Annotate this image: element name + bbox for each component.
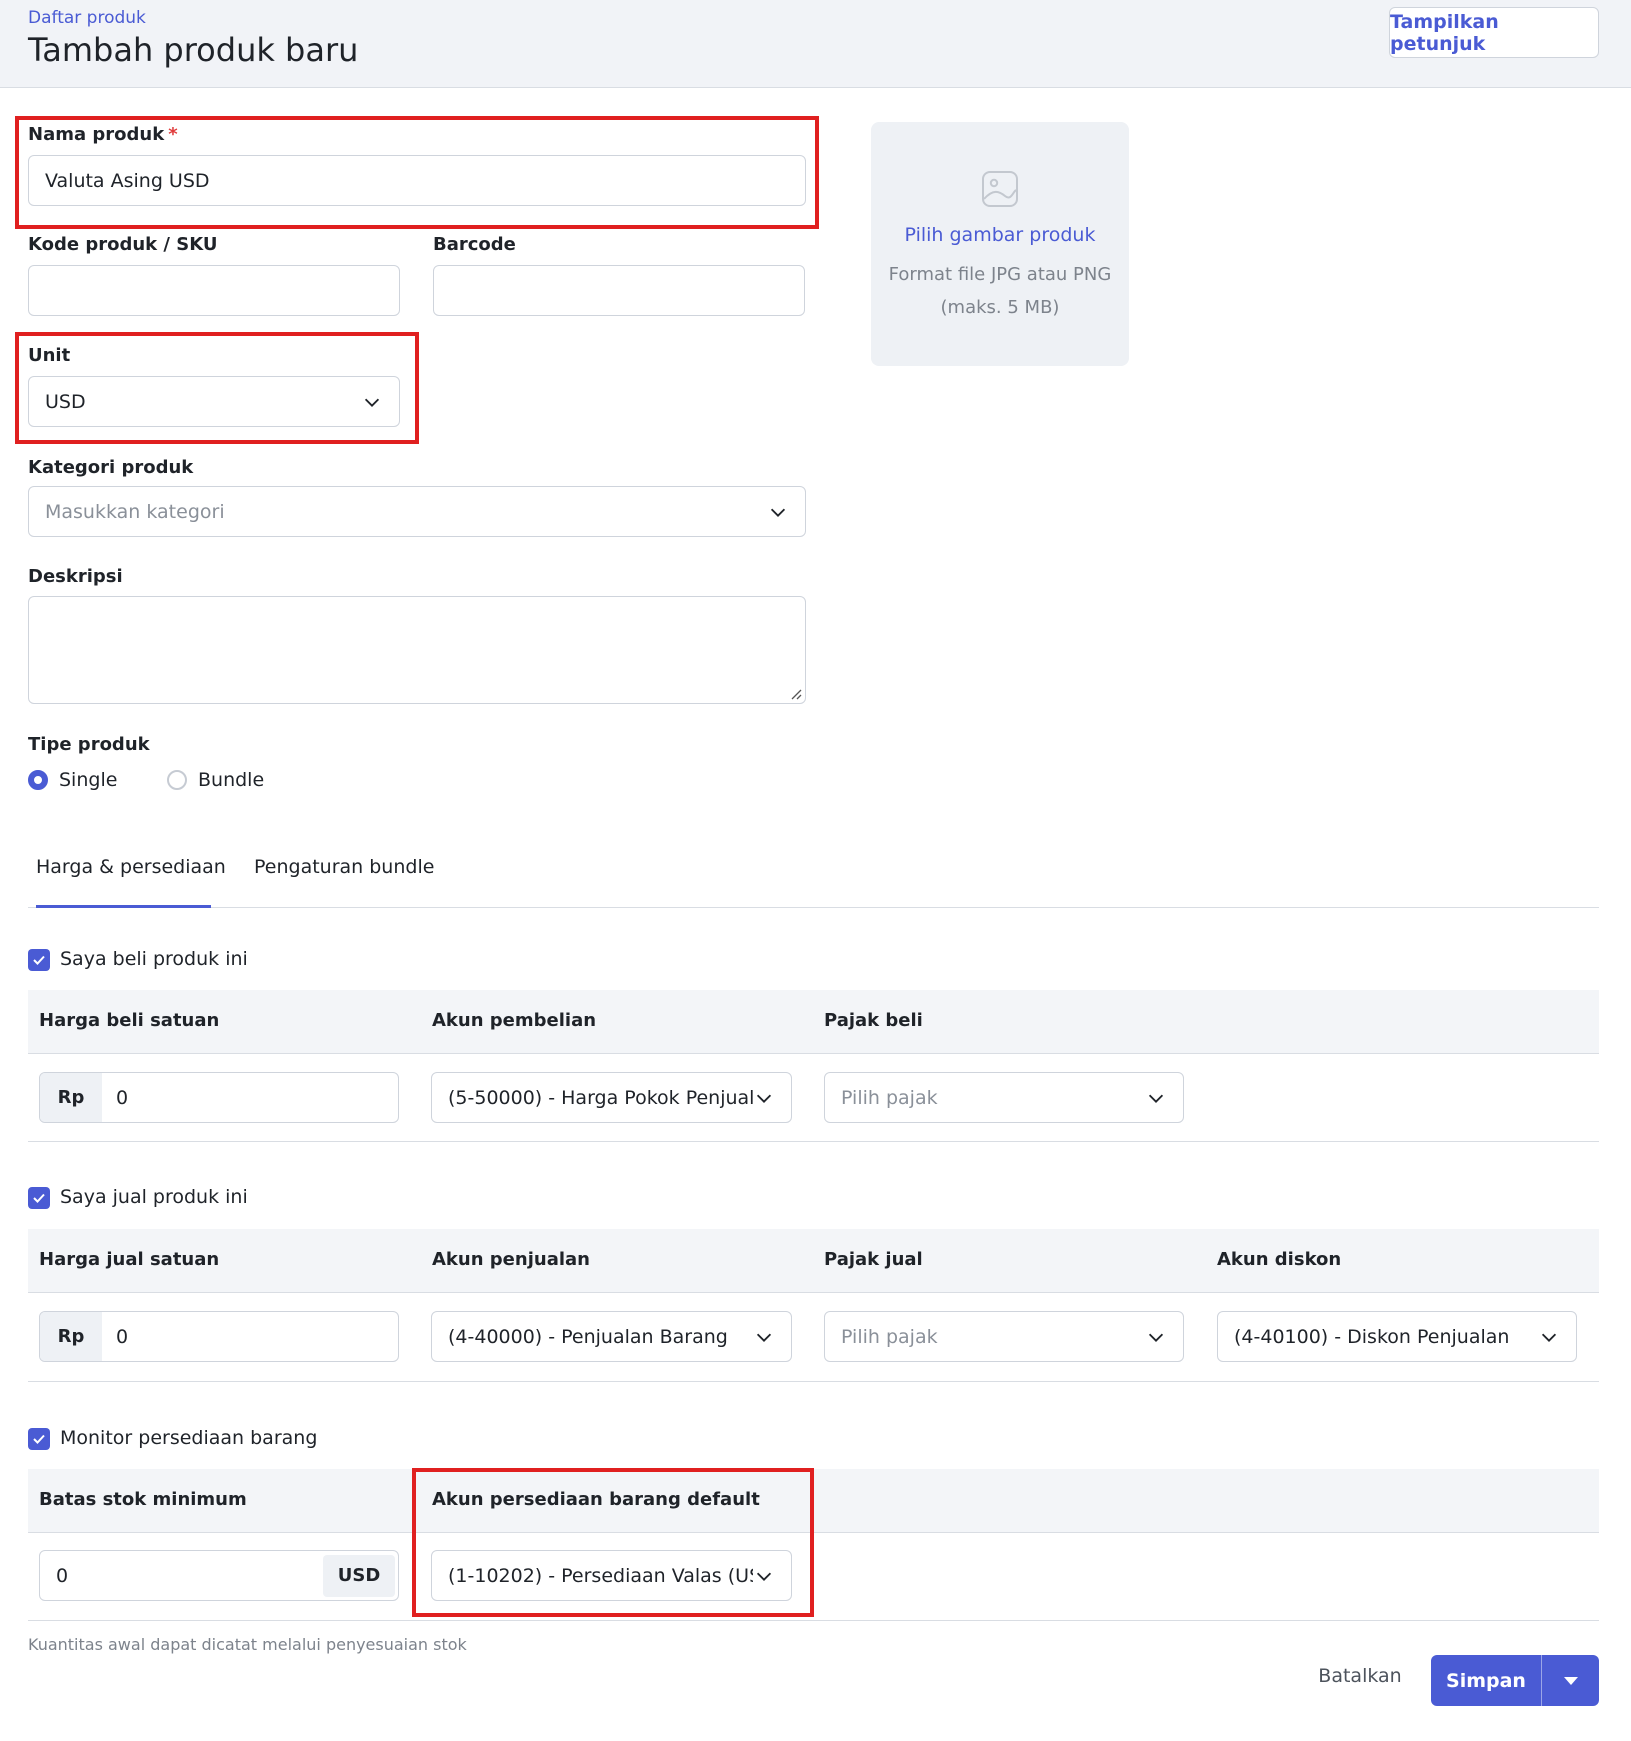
monitor-inventory-label[interactable]: Monitor persediaan barang bbox=[60, 1427, 317, 1449]
inventory-account-header: Akun persediaan barang default bbox=[432, 1489, 760, 1510]
caret-down-icon bbox=[1563, 1676, 1578, 1685]
chevron-down-icon bbox=[756, 1094, 772, 1103]
product-name-label: Nama produk * bbox=[28, 124, 178, 145]
breadcrumb[interactable]: Daftar produk bbox=[28, 8, 146, 28]
inventory-account-select[interactable]: (1-10202) - Persediaan Valas (USD) bbox=[431, 1550, 792, 1601]
chevron-down-icon bbox=[1148, 1094, 1164, 1103]
save-button-group: Simpan bbox=[1431, 1655, 1599, 1706]
min-stock-input[interactable]: 0 USD bbox=[39, 1550, 399, 1601]
monitor-inventory-checkbox[interactable] bbox=[28, 1428, 50, 1450]
barcode-input[interactable] bbox=[433, 265, 805, 316]
radio-single[interactable] bbox=[28, 770, 48, 790]
min-stock-header: Batas stok minimum bbox=[39, 1489, 247, 1510]
page-header: Daftar produk Tambah produk baru Tampilk… bbox=[0, 0, 1631, 88]
currency-addon: Rp bbox=[40, 1312, 102, 1361]
pick-image-link[interactable]: Pilih gambar produk bbox=[871, 224, 1129, 246]
product-name-input[interactable]: Valuta Asing USD bbox=[28, 155, 806, 206]
category-select[interactable]: Masukkan kategori bbox=[28, 486, 806, 537]
description-label: Deskripsi bbox=[28, 566, 123, 587]
sales-row-divider bbox=[28, 1381, 1599, 1382]
chevron-down-icon bbox=[1541, 1333, 1557, 1342]
cancel-button[interactable]: Batalkan bbox=[1310, 1665, 1410, 1695]
chevron-down-icon bbox=[1148, 1333, 1164, 1342]
min-stock-value: 0 bbox=[56, 1564, 69, 1587]
sell-product-label[interactable]: Saya jual produk ini bbox=[60, 1186, 248, 1208]
sku-input[interactable] bbox=[28, 265, 400, 316]
chevron-down-icon bbox=[364, 398, 380, 407]
save-options-dropdown[interactable] bbox=[1542, 1655, 1599, 1706]
sales-table-header: Harga jual satuan Akun penjualan Pajak j… bbox=[28, 1229, 1599, 1293]
sales-account-select[interactable]: (4-40000) - Penjualan Barang bbox=[431, 1311, 792, 1362]
image-placeholder-icon bbox=[982, 171, 1018, 207]
checkmark-icon bbox=[33, 955, 45, 965]
show-guide-button[interactable]: Tampilkan petunjuk bbox=[1389, 7, 1599, 58]
inventory-account-value: (1-10202) - Persediaan Valas (USD) bbox=[448, 1564, 753, 1587]
unit-select[interactable]: USD bbox=[28, 376, 400, 427]
purchase-account-header: Akun pembelian bbox=[432, 1010, 597, 1031]
sales-tax-header: Pajak jual bbox=[824, 1249, 923, 1270]
tab-pengaturan-bundle[interactable]: Pengaturan bundle bbox=[254, 856, 434, 878]
discount-account-select[interactable]: (4-40100) - Diskon Penjualan bbox=[1217, 1311, 1577, 1362]
chevron-down-icon bbox=[756, 1333, 772, 1342]
active-tab-indicator bbox=[36, 905, 211, 908]
sales-tax-placeholder: Pilih pajak bbox=[841, 1325, 938, 1348]
tab-divider bbox=[28, 907, 1599, 908]
initial-quantity-hint: Kuantitas awal dapat dicatat melalui pen… bbox=[28, 1635, 467, 1654]
discount-account-header: Akun diskon bbox=[1217, 1249, 1342, 1270]
sales-account-header: Akun penjualan bbox=[432, 1249, 590, 1270]
purchase-account-value: (5-50000) - Harga Pokok Penjualan bbox=[448, 1086, 753, 1109]
purchase-tax-header: Pajak beli bbox=[824, 1010, 923, 1031]
inventory-table-header: Batas stok minimum Akun persediaan baran… bbox=[28, 1469, 1599, 1533]
purchase-tax-placeholder: Pilih pajak bbox=[841, 1086, 938, 1109]
chevron-down-icon bbox=[770, 508, 786, 517]
sku-label: Kode produk / SKU bbox=[28, 234, 218, 255]
radio-single-label[interactable]: Single bbox=[59, 769, 117, 791]
checkmark-icon bbox=[33, 1434, 45, 1444]
sales-price-value: 0 bbox=[116, 1325, 129, 1348]
purchase-table-header: Harga beli satuan Akun pembelian Pajak b… bbox=[28, 990, 1599, 1054]
currency-addon: Rp bbox=[40, 1073, 102, 1122]
image-format-hint: Format file JPG atau PNG (maks. 5 MB) bbox=[888, 264, 1112, 318]
buy-product-label[interactable]: Saya beli produk ini bbox=[60, 948, 248, 970]
checkmark-icon bbox=[33, 1193, 45, 1203]
inventory-row-divider bbox=[28, 1620, 1599, 1621]
sales-price-input[interactable]: Rp 0 bbox=[39, 1311, 399, 1362]
discount-account-value: (4-40100) - Diskon Penjualan bbox=[1234, 1325, 1510, 1348]
sales-account-value: (4-40000) - Penjualan Barang bbox=[448, 1325, 728, 1348]
category-placeholder: Masukkan kategori bbox=[45, 500, 225, 523]
sell-product-checkbox[interactable] bbox=[28, 1187, 50, 1209]
purchase-price-header: Harga beli satuan bbox=[39, 1010, 220, 1031]
sales-price-header: Harga jual satuan bbox=[39, 1249, 220, 1270]
barcode-label: Barcode bbox=[433, 234, 516, 255]
resize-handle-icon[interactable] bbox=[790, 688, 802, 700]
radio-bundle-label[interactable]: Bundle bbox=[198, 769, 264, 791]
product-type-label: Tipe produk bbox=[28, 734, 150, 755]
tab-harga-persediaan[interactable]: Harga & persediaan bbox=[36, 856, 226, 878]
unit-addon: USD bbox=[323, 1554, 395, 1597]
radio-bundle[interactable] bbox=[167, 770, 187, 790]
required-mark: * bbox=[168, 124, 178, 145]
page-title: Tambah produk baru bbox=[28, 31, 359, 69]
purchase-tax-select[interactable]: Pilih pajak bbox=[824, 1072, 1184, 1123]
product-image-picker[interactable]: Pilih gambar produk Format file JPG atau… bbox=[871, 122, 1129, 366]
chevron-down-icon bbox=[756, 1572, 772, 1581]
buy-product-checkbox[interactable] bbox=[28, 949, 50, 971]
purchase-account-select[interactable]: (5-50000) - Harga Pokok Penjualan bbox=[431, 1072, 792, 1123]
sales-tax-select[interactable]: Pilih pajak bbox=[824, 1311, 1184, 1362]
save-button[interactable]: Simpan bbox=[1431, 1655, 1542, 1706]
purchase-price-value: 0 bbox=[116, 1086, 129, 1109]
unit-label: Unit bbox=[28, 345, 71, 366]
purchase-price-input[interactable]: Rp 0 bbox=[39, 1072, 399, 1123]
unit-value: USD bbox=[45, 390, 86, 413]
description-textarea[interactable] bbox=[28, 596, 806, 704]
category-label: Kategori produk bbox=[28, 457, 194, 478]
product-name-value: Valuta Asing USD bbox=[45, 169, 210, 192]
purchase-row-divider bbox=[28, 1141, 1599, 1142]
